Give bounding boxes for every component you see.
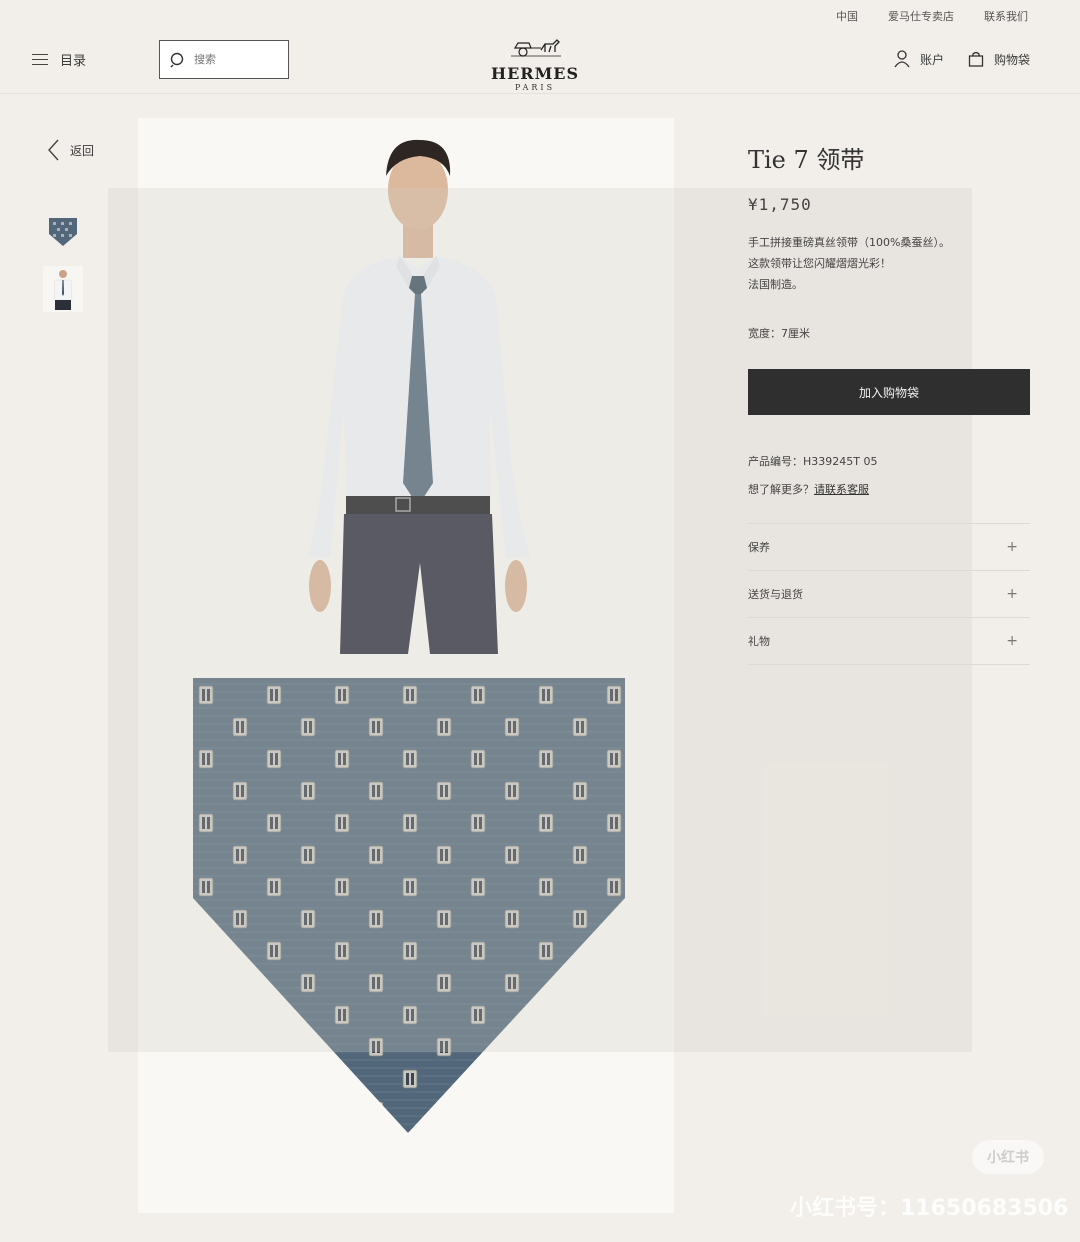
help-text: 想了解更多？请联系客服 [748,481,1030,497]
site-header: 目录 HERMES PARIS 账户 [0,30,1080,94]
hamburger-icon [32,53,48,66]
accordion-gift[interactable]: 礼物 + [748,618,1030,665]
product-description: 手工拼接重磅真丝领带（100%桑蚕丝）。 这款领带让您闪耀熠熠光彩！ 法国制造。 [748,232,1030,295]
plus-icon: + [1006,539,1018,555]
product-info: Tie 7 领带 ¥1,750 手工拼接重磅真丝领带（100%桑蚕丝）。 这款领… [748,140,1030,665]
accordion-label: 保养 [748,541,770,554]
search-icon [170,52,184,67]
shopping-bag-icon [968,51,984,67]
chevron-left-icon [48,139,59,161]
region-link[interactable]: 中国 [836,8,858,24]
logo-city-text: PARIS [514,83,556,92]
model-photo [138,118,674,654]
accordion-care[interactable]: 保养 + [748,524,1030,571]
fabric-closeup-photo [193,678,625,1133]
product-media [138,118,674,1213]
accordion-label: 送货与退货 [748,588,803,601]
help-prefix: 想了解更多？ [748,483,814,496]
brand-logo[interactable]: HERMES PARIS [480,36,590,92]
info-accordion: 保养 + 送货与退货 + 礼物 + [748,523,1030,665]
contact-service-link[interactable]: 请联系客服 [814,483,869,496]
back-link[interactable]: 返回 [46,138,94,162]
menu-button[interactable]: 目录 [32,50,86,69]
search-box[interactable] [159,40,289,79]
thumbnail-model[interactable] [43,266,83,312]
utility-bar: 中国 爱马仕专卖店 联系我们 [836,8,1028,24]
watermark-badge: 小红书 [972,1140,1044,1174]
user-icon [894,50,910,68]
logo-brand-text: HERMES [490,64,580,83]
accordion-label: 礼物 [748,635,770,648]
product-width: 宽度：7厘米 [748,327,810,340]
add-to-bag-button[interactable]: 加入购物袋 [748,369,1030,415]
description-line: 法国制造。 [748,278,803,291]
thumbnail-fabric[interactable] [43,208,83,254]
bag-button[interactable]: 购物袋 [968,50,1030,68]
search-input[interactable] [194,53,274,66]
account-label: 账户 [919,52,944,67]
accordion-shipping-returns[interactable]: 送货与退货 + [748,571,1030,618]
contact-link[interactable]: 联系我们 [984,8,1028,24]
product-price: ¥1,750 [748,195,812,214]
stores-link[interactable]: 爱马仕专卖店 [888,8,954,24]
header-actions: 账户 购物袋 [894,50,1030,68]
plus-icon: + [1006,633,1018,649]
menu-label: 目录 [60,54,87,69]
plus-icon: + [1006,586,1018,602]
watermark-id-text: 小红书号：11650683506 [790,1196,1069,1221]
description-line: 这款领带让您闪耀熠熠光彩！ [748,257,891,270]
carriage-logo-icon [511,39,561,57]
description-line: 手工拼接重磅真丝领带（100%桑蚕丝）。 [748,236,950,249]
bag-label: 购物袋 [993,52,1030,67]
account-button[interactable]: 账户 [894,50,944,68]
back-label: 返回 [70,143,95,158]
product-title: Tie 7 领带 [748,146,865,174]
product-sku: 产品编号：H339245T 05 [748,455,878,468]
